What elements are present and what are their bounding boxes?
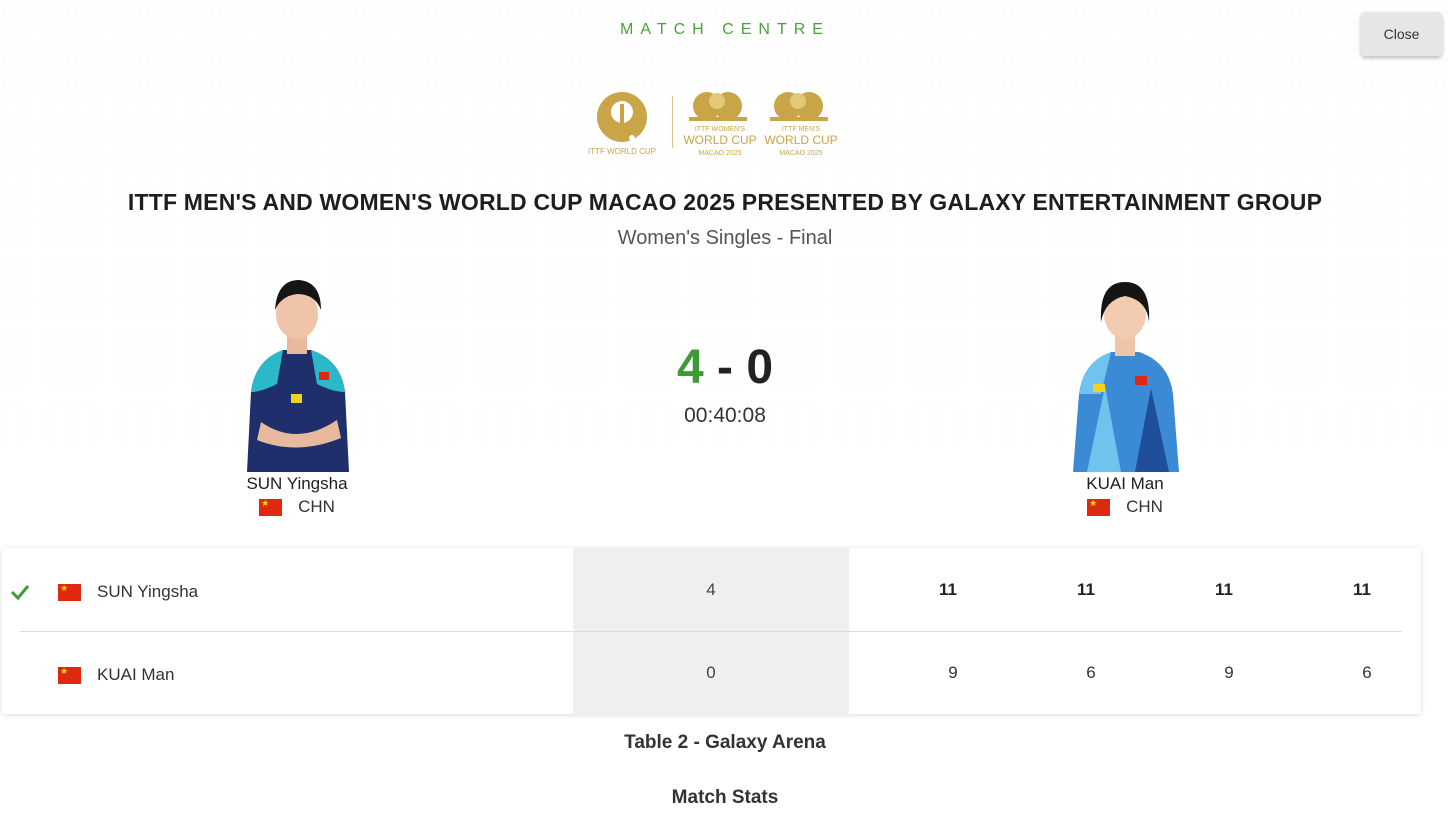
player-country-right: CHN (1050, 497, 1200, 517)
row-set-score: 11 (1353, 580, 1371, 599)
country-code-right: CHN (1126, 497, 1163, 516)
row-player-name: KUAI Man (97, 665, 175, 684)
score-separator: - (703, 341, 747, 394)
svg-text:ITTF WOMEN'S: ITTF WOMEN'S (695, 126, 746, 133)
row-set-score: 9 (1224, 663, 1234, 682)
score-right: 0 (746, 341, 774, 394)
match-centre-label: MATCH CENTRE (620, 21, 830, 38)
logo-divider (672, 96, 673, 148)
row-player-name: SUN Yingsha (97, 582, 199, 601)
ittf-world-cup-logo: ITTF WORLD CUP (588, 92, 656, 156)
row-set-score: 11 (1077, 580, 1095, 599)
row-set-score: 11 (939, 580, 957, 599)
match-duration: 00:40:08 (684, 404, 766, 427)
row-set-score: 9 (948, 663, 958, 682)
player-card-right: KUAI Man CHN (1050, 276, 1200, 517)
womens-world-cup-logo: ITTF WOMEN'S WORLD CUP MACAO 2025 (683, 92, 757, 157)
event-subtitle: Women's Singles - Final (617, 227, 833, 249)
winner-check-icon (10, 585, 30, 601)
china-flag-icon (58, 583, 81, 601)
close-button[interactable]: Close (1361, 12, 1442, 56)
svg-text:MACAO 2025: MACAO 2025 (779, 150, 822, 157)
china-flag-icon (1087, 498, 1111, 516)
player-name-left: SUN Yingsha (246, 474, 348, 493)
country-code-left: CHN (298, 497, 335, 516)
logo1-text: ITTF WORLD CUP (588, 147, 656, 156)
score-table: SUN Yingsha 4 11 11 11 11 KUAI Man 0 9 6… (2, 548, 1421, 714)
event-title: ITTF MEN'S AND WOMEN'S WORLD CUP MACAO 2… (127, 189, 1323, 215)
row-games-won: 4 (706, 580, 716, 599)
mens-world-cup-logo: ITTF MEN'S WORLD CUP MACAO 2025 (764, 92, 838, 157)
score-left: 4 (676, 341, 704, 394)
event-logos: ITTF WORLD CUP ITTF WOMEN'S WORLD CUP MA… (588, 92, 838, 157)
venue-label: Table 2 - Galaxy Arena (624, 732, 826, 753)
player-name-right: KUAI Man (1086, 474, 1164, 493)
match-score: 4 - 0 (0, 340, 1450, 395)
row-set-score: 11 (1215, 580, 1233, 599)
svg-text:WORLD CUP: WORLD CUP (764, 133, 837, 147)
row-set-score: 6 (1362, 663, 1372, 682)
player-country-left: CHN (222, 497, 372, 517)
table-row: KUAI Man 0 9 6 9 6 (2, 631, 1421, 714)
china-flag-icon (58, 666, 81, 684)
china-flag-icon (259, 498, 283, 516)
svg-text:ITTF MEN'S: ITTF MEN'S (782, 126, 821, 133)
row-set-score: 6 (1086, 663, 1096, 682)
svg-text:WORLD CUP: WORLD CUP (683, 133, 756, 147)
table-row: SUN Yingsha 4 11 11 11 11 (2, 548, 1421, 631)
row-games-won: 0 (706, 663, 716, 682)
match-stats-tab[interactable]: Match Stats (0, 787, 1450, 809)
svg-text:MACAO 2025: MACAO 2025 (698, 150, 741, 157)
